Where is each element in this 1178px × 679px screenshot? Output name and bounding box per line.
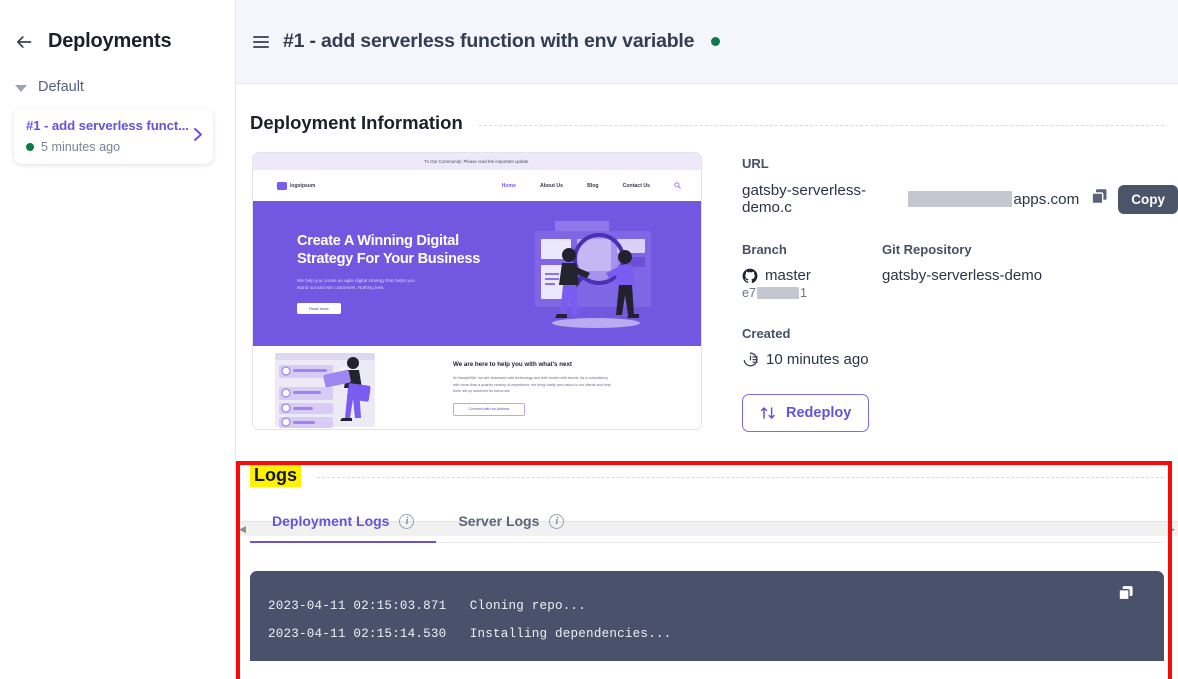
deployment-card-status: 5 minutes ago	[26, 140, 201, 154]
chevron-down-icon[interactable]	[15, 85, 27, 92]
preview-hero: Create A Winning Digital Strategy For Yo…	[253, 201, 701, 346]
log-line: 2023-04-11 02:15:03.871 Cloning repo...	[268, 599, 1146, 613]
content-area: Deployment Information To Our Community:…	[236, 84, 1178, 661]
preview-navbar: logoipsum Home About Us Blog Contact Us	[253, 170, 701, 201]
tab-server-logs[interactable]: Server Logs i	[436, 513, 586, 542]
deployment-title: #1 - add serverless function with env va…	[283, 30, 694, 53]
commit-redacted-block	[757, 287, 799, 299]
search-icon	[674, 182, 681, 189]
preview-notice-bar: To Our Community: Please read the import…	[253, 153, 701, 170]
deployment-information-header: Deployment Information	[236, 84, 1178, 134]
info-icon[interactable]: i	[399, 514, 414, 529]
arrow-left-icon[interactable]	[14, 32, 34, 52]
chevron-right-icon[interactable]	[191, 125, 205, 148]
preview-hero-text: Create A Winning Digital Strategy For Yo…	[297, 233, 487, 313]
preview-nav-link-3: Contact Us	[623, 183, 650, 189]
copy-icon[interactable]	[1091, 188, 1108, 210]
sidebar: Deployments Default #1 - add serverless …	[0, 0, 236, 679]
divider	[479, 125, 1164, 126]
log-line: 2023-04-11 02:15:14.530 Installing depen…	[268, 627, 1146, 641]
logs-section: Logs Deployment Logs i Server Logs i	[236, 464, 1178, 661]
copy-icon[interactable]	[1118, 585, 1134, 606]
tab-server-logs-label: Server Logs	[458, 513, 539, 529]
branch-repo-grid: Branch master e7 1	[742, 242, 1178, 300]
url-redacted-block	[908, 191, 1012, 207]
preview-hero-illustration-icon	[521, 215, 671, 333]
logs-title: Logs	[250, 464, 301, 487]
url-prefix: gatsby-serverless-demo.c	[742, 182, 907, 216]
deployment-details: URL gatsby-serverless-demo.c apps.com	[702, 152, 1178, 432]
branch-name: master	[765, 267, 811, 284]
topbar: #1 - add serverless function with env va…	[236, 0, 1178, 84]
app-root: Deployments Default #1 - add serverless …	[0, 0, 1178, 679]
github-icon	[742, 268, 758, 284]
hamburger-icon[interactable]	[253, 36, 269, 48]
redeploy-button[interactable]: Redeploy	[742, 394, 869, 432]
created-value: 10 minutes ago	[766, 351, 869, 368]
status-dot-icon	[711, 37, 720, 46]
preview-logo-text: logoipsum	[290, 183, 315, 189]
preview-lower-illustration-icon	[265, 349, 405, 429]
branch-label: Branch	[742, 242, 882, 257]
url-value: gatsby-serverless-demo.c apps.com	[742, 182, 1079, 216]
history-clock-icon	[742, 351, 759, 368]
tab-deployment-logs[interactable]: Deployment Logs i	[250, 513, 436, 542]
preview-nav-links: Home About Us Blog Contact Us	[502, 182, 681, 189]
log-terminal: 2023-04-11 02:15:03.871 Cloning repo... …	[250, 571, 1164, 661]
logo-mark-icon	[277, 182, 287, 190]
divider	[317, 477, 1164, 478]
preview-hero-paragraph: We help you create an agile digital stra…	[297, 278, 419, 292]
sidebar-group-label: Default	[38, 79, 84, 95]
git-repository-value: gatsby-serverless-demo	[882, 267, 1042, 284]
status-dot-icon	[26, 143, 34, 151]
section-title: Deployment Information	[250, 112, 463, 134]
url-suffix: apps.com	[1013, 191, 1079, 208]
commit-prefix: e7	[742, 286, 756, 300]
logs-header: Logs	[250, 464, 1164, 487]
info-icon[interactable]: i	[549, 514, 564, 529]
sidebar-item-deployment-1[interactable]: #1 - add serverless funct... 5 minutes a…	[14, 109, 213, 164]
tab-deployment-logs-label: Deployment Logs	[272, 513, 389, 529]
url-row: gatsby-serverless-demo.c apps.com Copy	[742, 182, 1178, 216]
page-title: Deployments	[48, 30, 171, 53]
site-preview-thumbnail[interactable]: To Our Community: Please read the import…	[252, 152, 702, 430]
created-block: Created 10 minutes ago	[742, 326, 1178, 368]
logs-tabs: Deployment Logs i Server Logs i	[250, 513, 1164, 543]
commit-hash: e7 1	[742, 286, 882, 300]
preview-logo: logoipsum	[277, 182, 315, 190]
copy-button[interactable]: Copy	[1118, 185, 1178, 214]
preview-hero-button: Read more	[297, 303, 341, 314]
sidebar-header: Deployments	[0, 0, 235, 53]
preview-hero-heading: Create A Winning Digital Strategy For Yo…	[297, 233, 487, 269]
preview-lower-paragraph: At SampleSite, we are obsessed with tech…	[453, 375, 613, 394]
preview-lower-text: We are here to help you with what's next…	[453, 361, 613, 416]
deployment-information-body: To Our Community: Please read the import…	[236, 134, 1178, 432]
preview-nav-link-1: About Us	[540, 183, 563, 189]
commit-suffix: 1	[800, 286, 807, 300]
deployment-card-title: #1 - add serverless funct...	[26, 118, 201, 133]
git-repository-column: Git Repository gatsby-serverless-demo	[882, 242, 1042, 300]
preview-lower-section: We are here to help you with what's next…	[253, 346, 701, 430]
preview-lower-heading: We are here to help you with what's next	[453, 361, 613, 369]
url-label: URL	[742, 156, 1178, 171]
redeploy-label: Redeploy	[786, 405, 851, 421]
preview-lower-button: Connect with an Advisor	[453, 403, 525, 416]
created-value-row: 10 minutes ago	[742, 351, 1178, 368]
main-panel: #1 - add serverless function with env va…	[236, 0, 1178, 679]
redeploy-arrows-icon	[760, 405, 776, 421]
git-repository-label: Git Repository	[882, 242, 1042, 257]
branch-value-row: master	[742, 267, 882, 284]
created-label: Created	[742, 326, 1178, 341]
deployment-card-time: 5 minutes ago	[41, 140, 120, 154]
preview-nav-link-2: Blog	[587, 183, 599, 189]
preview-nav-link-0: Home	[502, 183, 516, 189]
branch-column: Branch master e7 1	[742, 242, 882, 300]
sidebar-group-default[interactable]: Default	[0, 53, 235, 95]
